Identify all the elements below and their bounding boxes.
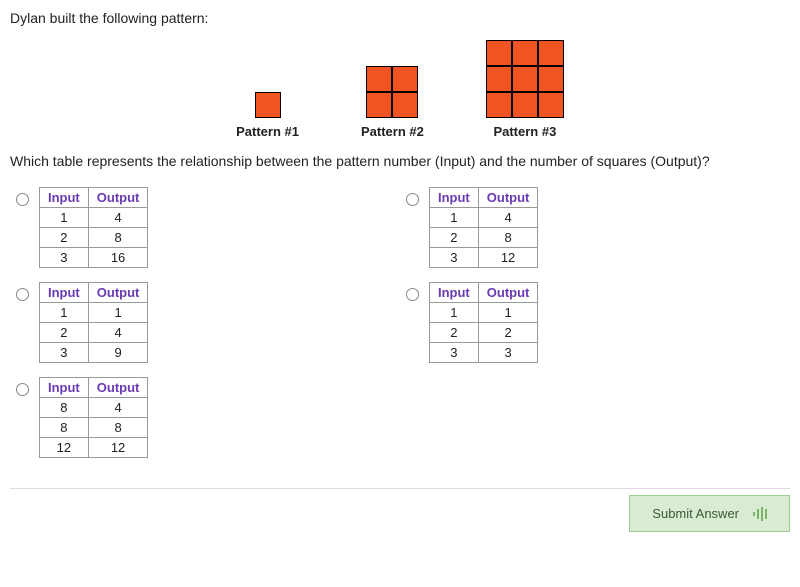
- th-output: Output: [88, 283, 148, 303]
- table-row: 28: [40, 228, 148, 248]
- pattern-2: Pattern #2: [361, 66, 424, 139]
- table-row: 39: [40, 343, 148, 363]
- th-input: Input: [430, 188, 479, 208]
- options-grid: InputOutput 14 28 316 InputOutput 14 28 …: [10, 187, 790, 458]
- table-row: 14: [40, 208, 148, 228]
- radio-e[interactable]: [16, 383, 29, 396]
- table-c: InputOutput 11 24 39: [39, 282, 148, 363]
- option-e: InputOutput 84 88 1212: [10, 377, 400, 458]
- square: [486, 92, 512, 118]
- table-row: 11: [40, 303, 148, 323]
- table-b: InputOutput 14 28 312: [429, 187, 538, 268]
- square: [538, 92, 564, 118]
- pattern-3-label: Pattern #3: [493, 124, 556, 139]
- footer: Submit Answer: [10, 488, 790, 538]
- send-icon: [753, 507, 767, 521]
- th-input: Input: [40, 283, 89, 303]
- square: [366, 66, 392, 92]
- th-input: Input: [40, 378, 89, 398]
- th-input: Input: [40, 188, 89, 208]
- table-row: 1212: [40, 438, 148, 458]
- th-output: Output: [478, 283, 538, 303]
- table-row: 312: [430, 248, 538, 268]
- square: [512, 40, 538, 66]
- pattern-3: Pattern #3: [486, 40, 564, 139]
- option-a: InputOutput 14 28 316: [10, 187, 400, 268]
- submit-label: Submit Answer: [652, 506, 739, 521]
- table-row: 22: [430, 323, 538, 343]
- table-row: 28: [430, 228, 538, 248]
- square: [486, 40, 512, 66]
- radio-b[interactable]: [406, 193, 419, 206]
- pattern-row: Pattern #1 Pattern #2 Pattern #3: [10, 40, 790, 139]
- square: [538, 66, 564, 92]
- th-output: Output: [88, 378, 148, 398]
- pattern-1-label: Pattern #1: [236, 124, 299, 139]
- table-a: InputOutput 14 28 316: [39, 187, 148, 268]
- question-text: Which table represents the relationship …: [10, 153, 790, 169]
- option-b: InputOutput 14 28 312: [400, 187, 790, 268]
- pattern-2-grid: [366, 66, 418, 118]
- table-e: InputOutput 84 88 1212: [39, 377, 148, 458]
- table-row: 316: [40, 248, 148, 268]
- pattern-1: Pattern #1: [236, 92, 299, 139]
- table-row: 11: [430, 303, 538, 323]
- radio-a[interactable]: [16, 193, 29, 206]
- square: [255, 92, 281, 118]
- square: [538, 40, 564, 66]
- option-d: InputOutput 11 22 33: [400, 282, 790, 363]
- table-row: 24: [40, 323, 148, 343]
- pattern-2-label: Pattern #2: [361, 124, 424, 139]
- table-d: InputOutput 11 22 33: [429, 282, 538, 363]
- option-c: InputOutput 11 24 39: [10, 282, 400, 363]
- submit-button[interactable]: Submit Answer: [629, 495, 790, 532]
- square: [366, 92, 392, 118]
- radio-c[interactable]: [16, 288, 29, 301]
- square: [512, 92, 538, 118]
- square: [486, 66, 512, 92]
- intro-text: Dylan built the following pattern:: [10, 10, 790, 26]
- th-output: Output: [88, 188, 148, 208]
- table-row: 88: [40, 418, 148, 438]
- radio-d[interactable]: [406, 288, 419, 301]
- square: [512, 66, 538, 92]
- table-row: 33: [430, 343, 538, 363]
- square: [392, 92, 418, 118]
- table-row: 14: [430, 208, 538, 228]
- th-input: Input: [430, 283, 479, 303]
- th-output: Output: [478, 188, 538, 208]
- pattern-3-grid: [486, 40, 564, 118]
- pattern-1-grid: [255, 92, 281, 118]
- square: [392, 66, 418, 92]
- table-row: 84: [40, 398, 148, 418]
